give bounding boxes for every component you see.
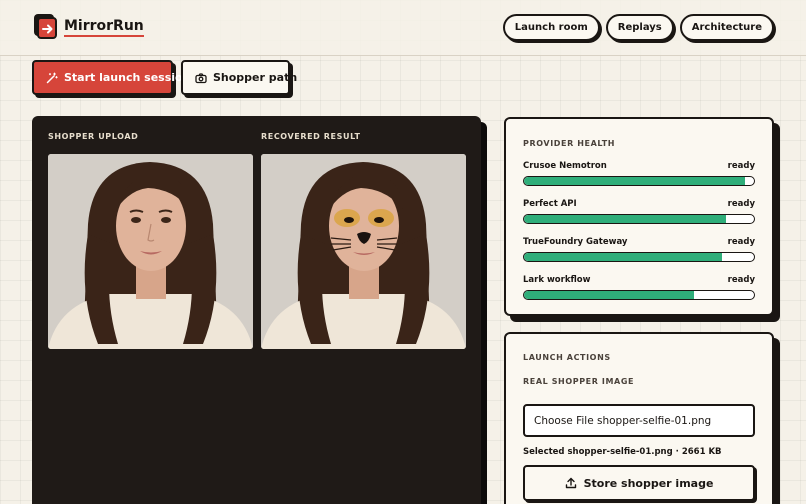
provider-status: ready xyxy=(727,161,755,171)
provider-status: ready xyxy=(727,275,755,285)
provider-health-title: PROVIDER HEALTH xyxy=(523,139,616,148)
provider-name: TrueFoundry Gateway xyxy=(523,237,628,247)
provider-health-panel: PROVIDER HEALTH Crusoe Nemotron ready Pe… xyxy=(504,117,774,316)
session-actions: Start launch session Shopper path xyxy=(32,60,297,95)
mirrorrun-logo-icon xyxy=(34,14,58,40)
recovered-result-label: RECOVERED RESULT xyxy=(261,132,361,141)
top-nav: Launch room Replays Architecture xyxy=(502,14,774,41)
provider-health-bar xyxy=(523,252,755,262)
provider-health-bar xyxy=(523,176,755,186)
provider-truefoundry-gateway: TrueFoundry Gateway ready xyxy=(523,237,755,262)
provider-status: ready xyxy=(727,199,755,209)
provider-lark-workflow: Lark workflow ready xyxy=(523,275,755,300)
selected-file-info: Selected shopper-selfie-01.png · 2661 KB xyxy=(523,447,722,457)
real-shopper-image-label: REAL SHOPPER IMAGE xyxy=(523,377,635,386)
provider-name: Perfect API xyxy=(523,199,577,209)
launch-actions-title: LAUNCH ACTIONS xyxy=(523,353,611,362)
start-launch-session-label: Start launch session xyxy=(64,71,191,84)
shopper-upload-image xyxy=(48,154,253,349)
provider-perfect-api: Perfect API ready xyxy=(523,199,755,224)
launch-actions-panel: LAUNCH ACTIONS REAL SHOPPER IMAGE Choose… xyxy=(504,332,774,504)
upload-icon xyxy=(565,477,576,489)
shopper-path-label: Shopper path xyxy=(213,71,298,84)
nav-launch-room[interactable]: Launch room xyxy=(502,14,600,41)
provider-health-bar xyxy=(523,290,755,300)
provider-name: Crusoe Nemotron xyxy=(523,161,607,171)
store-shopper-image-button[interactable]: Store shopper image xyxy=(523,465,755,501)
provider-crusoe-nemotron: Crusoe Nemotron ready xyxy=(523,161,755,186)
start-launch-session-button[interactable]: Start launch session xyxy=(32,60,190,95)
nav-replays[interactable]: Replays xyxy=(605,14,674,41)
camera-icon xyxy=(195,72,207,83)
nav-architecture[interactable]: Architecture xyxy=(679,14,774,41)
shopper-file-input[interactable]: Choose File shopper-selfie-01.png xyxy=(523,404,755,437)
provider-status: ready xyxy=(727,237,755,247)
shopper-upload-label: SHOPPER UPLOAD xyxy=(48,132,139,141)
provider-name: Lark workflow xyxy=(523,275,591,285)
top-bar: MirrorRun Launch room Replays Architectu… xyxy=(0,0,806,56)
shopper-path-button[interactable]: Shopper path xyxy=(181,60,297,95)
comparison-stage: SHOPPER UPLOAD RECOVERED RESULT xyxy=(32,116,481,504)
magic-wand-icon xyxy=(46,72,58,83)
provider-health-bar xyxy=(523,214,755,224)
recovered-result-image xyxy=(261,154,466,349)
brand[interactable]: MirrorRun xyxy=(34,14,144,40)
brand-name: MirrorRun xyxy=(64,18,144,37)
store-shopper-image-label: Store shopper image xyxy=(583,476,714,490)
